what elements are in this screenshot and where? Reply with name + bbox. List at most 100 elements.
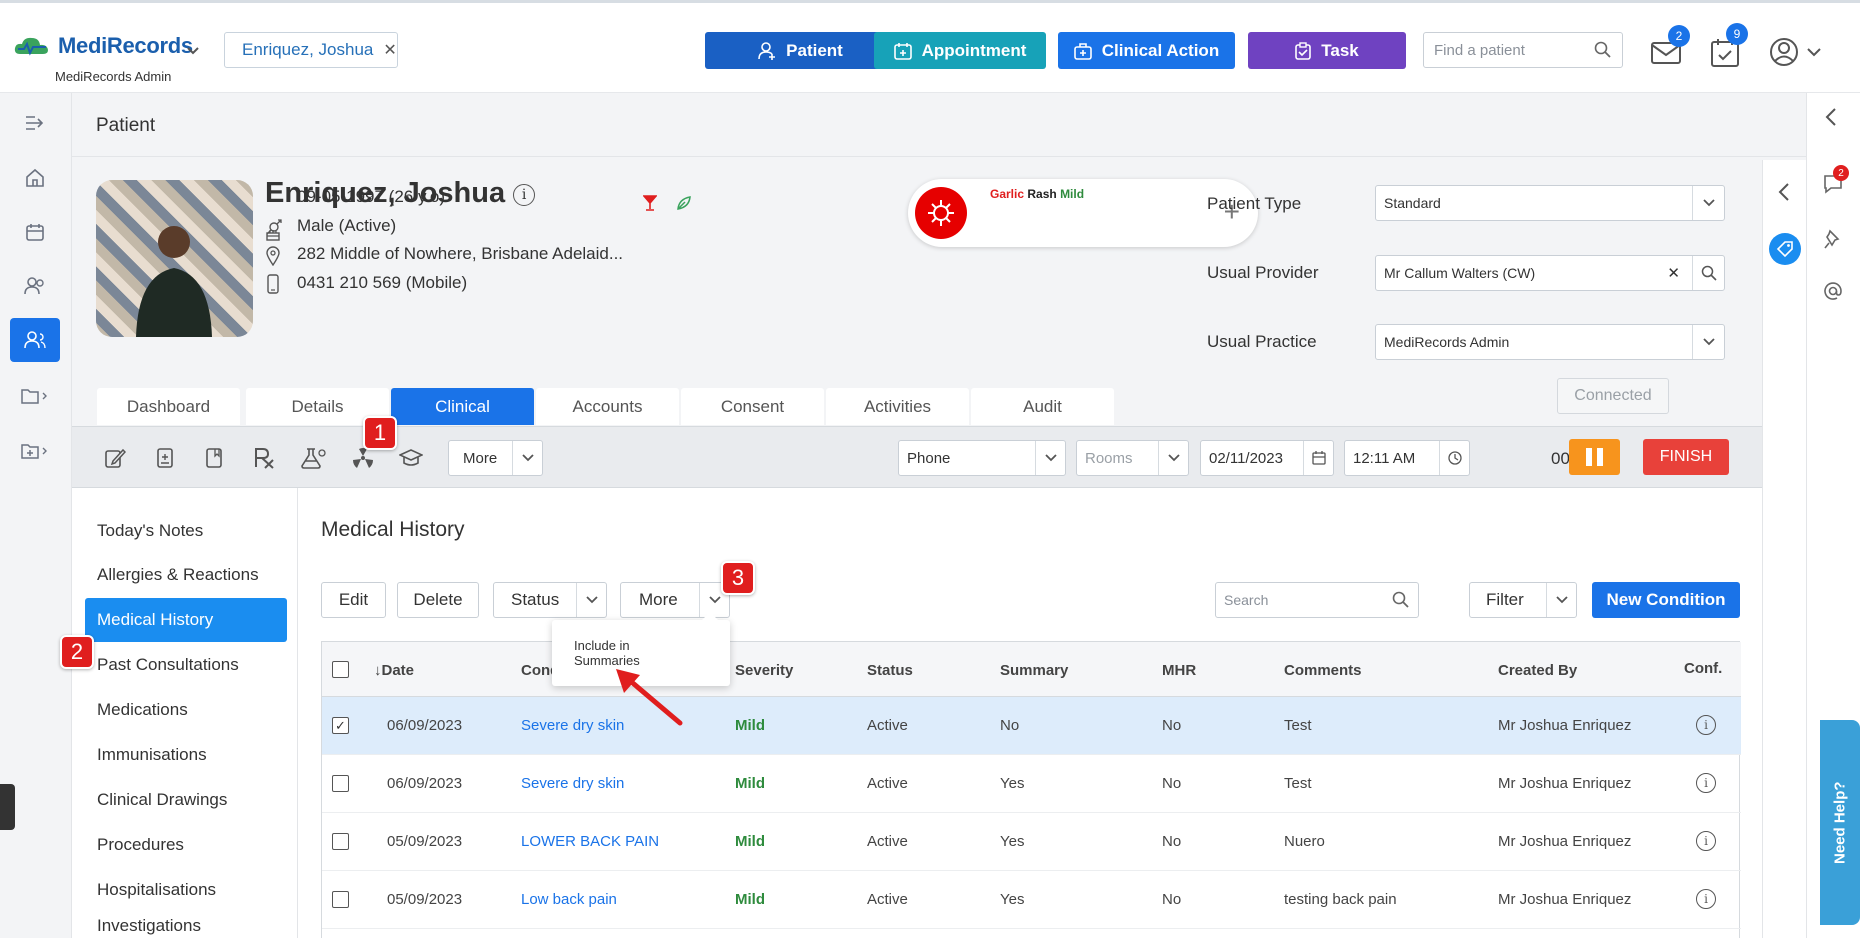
folder-share-icon[interactable] — [10, 429, 60, 473]
select-all-checkbox[interactable] — [332, 661, 349, 678]
tab-dashboard[interactable]: Dashboard — [97, 388, 240, 425]
info-icon[interactable]: i — [1696, 773, 1716, 793]
mail-icon[interactable]: 2 — [1650, 25, 1690, 69]
task-button[interactable]: Task — [1248, 32, 1406, 69]
include-in-summaries-option[interactable]: Include in Summaries — [574, 638, 684, 668]
chevron-down-icon[interactable] — [1546, 583, 1576, 617]
clinical-action-button[interactable]: Clinical Action — [1058, 32, 1235, 69]
info-icon[interactable]: i — [1696, 715, 1716, 735]
chevron-down-icon[interactable] — [1692, 325, 1724, 359]
table-row[interactable]: 05/09/2023 LOWER BACK PAIN Mild Active Y… — [322, 813, 1741, 871]
user-menu[interactable] — [1768, 33, 1828, 69]
row-checkbox[interactable]: ✓ — [332, 717, 349, 734]
info-icon[interactable]: i — [1696, 889, 1716, 909]
side-drawer-tab[interactable] — [0, 784, 15, 830]
menu-allergies-reactions[interactable]: Allergies & Reactions — [85, 553, 287, 597]
toolbar-more-button[interactable]: More — [448, 440, 543, 476]
row-checkbox[interactable] — [332, 891, 349, 908]
chevron-left-icon[interactable] — [1824, 107, 1838, 132]
menu-investigations[interactable]: Investigations — [85, 913, 287, 938]
chevron-down-icon[interactable] — [576, 583, 606, 617]
tab-clinical[interactable]: Clinical — [391, 388, 534, 425]
info-icon[interactable]: i — [1696, 831, 1716, 851]
connected-button[interactable]: Connected — [1557, 378, 1669, 414]
search-icon[interactable] — [1392, 591, 1410, 609]
cell-condition-link[interactable]: Low back pain — [521, 891, 617, 908]
at-mention-icon[interactable] — [1823, 281, 1843, 306]
find-patient-input[interactable]: Find a patient — [1423, 32, 1623, 68]
open-patient-tag[interactable]: Enriquez, Joshua ✕ — [224, 32, 398, 68]
encounter-mode-select[interactable]: Phone — [898, 440, 1066, 476]
menu-todays-notes[interactable]: Today's Notes — [85, 509, 287, 553]
menu-clinical-drawings[interactable]: Clinical Drawings — [85, 778, 287, 822]
column-created-by[interactable]: Created By — [1498, 662, 1577, 679]
pause-button[interactable] — [1569, 439, 1620, 475]
status-button[interactable]: Status — [493, 582, 607, 618]
clock-icon[interactable] — [1439, 441, 1469, 475]
search-icon[interactable] — [1594, 41, 1612, 59]
filter-button[interactable]: Filter — [1469, 582, 1577, 618]
chevron-down-icon[interactable] — [512, 441, 542, 475]
patient-button[interactable]: Patient — [705, 32, 896, 69]
chat-icon[interactable]: 2 — [1822, 165, 1849, 200]
column-conf[interactable]: Conf. — [1684, 660, 1722, 677]
new-condition-button[interactable]: New Condition — [1592, 582, 1740, 618]
menu-procedures[interactable]: Procedures — [85, 823, 287, 867]
cell-condition-link[interactable]: LOWER BACK PAIN — [521, 833, 659, 850]
info-icon[interactable]: i — [513, 184, 536, 206]
chevron-down-icon[interactable] — [1158, 441, 1188, 475]
tab-audit[interactable]: Audit — [971, 388, 1114, 425]
column-severity[interactable]: Severity — [735, 662, 793, 679]
medical-document-icon[interactable] — [151, 444, 179, 472]
tab-activities[interactable]: Activities — [826, 388, 969, 425]
edit-note-icon[interactable] — [101, 444, 129, 472]
chevron-down-icon[interactable] — [186, 43, 200, 59]
finish-button[interactable]: FINISH — [1643, 439, 1729, 475]
menu-past-consultations[interactable]: Past Consultations — [85, 643, 287, 687]
column-summary[interactable]: Summary — [1000, 662, 1068, 679]
column-date[interactable]: ↓Date — [374, 662, 414, 679]
usual-practice-select[interactable]: MediRecords Admin — [1375, 324, 1725, 360]
table-row[interactable]: 06/09/2023 Severe dry skin Mild Active Y… — [322, 755, 1741, 813]
patient-type-select[interactable]: Standard — [1375, 185, 1725, 221]
row-checkbox[interactable] — [332, 833, 349, 850]
home-icon[interactable] — [10, 156, 60, 200]
tab-consent[interactable]: Consent — [681, 388, 824, 425]
patient-icon[interactable] — [10, 318, 60, 362]
rooms-select[interactable]: Rooms — [1076, 440, 1189, 476]
logo[interactable]: MediRecords — [12, 33, 193, 59]
column-comments[interactable]: Comments — [1284, 662, 1362, 679]
chevron-left-icon[interactable] — [1777, 182, 1791, 207]
pin-icon[interactable] — [1823, 229, 1843, 256]
menu-hospitalisations[interactable]: Hospitalisations — [85, 868, 287, 912]
folder-icon[interactable] — [10, 374, 60, 418]
tab-accounts[interactable]: Accounts — [536, 388, 679, 425]
usual-provider-select[interactable]: Mr Callum Walters (CW) ✕ — [1375, 255, 1725, 291]
column-status[interactable]: Status — [867, 662, 913, 679]
chevron-down-icon[interactable] — [1035, 441, 1065, 475]
time-input[interactable]: 12:11 AM — [1344, 440, 1470, 476]
menu-medications[interactable]: Medications — [85, 688, 287, 732]
appointment-button[interactable]: Appointment — [874, 32, 1046, 69]
cell-condition-link[interactable]: Severe dry skin — [521, 775, 624, 792]
allergy-card[interactable]: Garlic Rash Mild + — [908, 179, 1258, 247]
edit-button[interactable]: Edit — [321, 582, 386, 618]
bookmark-document-icon[interactable] — [200, 444, 228, 472]
clear-icon[interactable]: ✕ — [1667, 264, 1680, 282]
chevron-down-icon[interactable] — [1692, 186, 1724, 220]
search-input[interactable]: Search — [1215, 582, 1419, 618]
column-mhr[interactable]: MHR — [1162, 662, 1196, 679]
menu-medical-history[interactable]: Medical History — [85, 598, 287, 642]
table-row[interactable]: ✓ 06/09/2023 Severe dry skin Mild Active… — [322, 697, 1741, 755]
menu-immunisations[interactable]: Immunisations — [85, 733, 287, 777]
tasks-calendar-icon[interactable]: 9 — [1710, 23, 1748, 69]
cell-condition-link[interactable]: Severe dry skin — [521, 717, 624, 734]
calendar-icon[interactable] — [1303, 441, 1333, 475]
lab-flask-icon[interactable] — [299, 444, 327, 472]
education-cap-icon[interactable] — [397, 444, 425, 472]
table-row[interactable]: 05/09/2023 Low back pain Mild Active Yes… — [322, 871, 1741, 929]
date-input[interactable]: 02/11/2023 — [1200, 440, 1334, 476]
prescription-icon[interactable] — [250, 444, 278, 472]
close-icon[interactable]: ✕ — [383, 40, 396, 60]
search-icon[interactable] — [1692, 256, 1724, 290]
